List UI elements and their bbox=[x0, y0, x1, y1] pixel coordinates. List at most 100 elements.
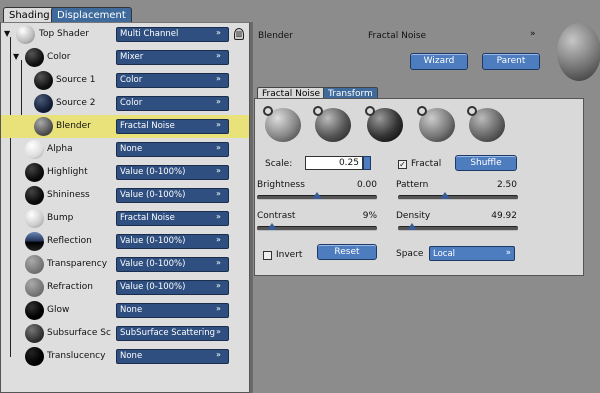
shader-row-translucency[interactable]: Translucency None» bbox=[1, 345, 249, 368]
wizard-button[interactable]: Wizard bbox=[410, 53, 468, 70]
shader-row-label: Alpha bbox=[47, 144, 73, 154]
shader-row-label: Reflection bbox=[47, 236, 92, 246]
shader-ball-icon bbox=[34, 117, 53, 136]
preset-thumbnail-3[interactable] bbox=[365, 106, 403, 142]
chevron-down-icon: » bbox=[216, 189, 221, 198]
density-slider[interactable] bbox=[398, 223, 518, 231]
shader-row-source-2[interactable]: Source 2 Color» bbox=[1, 92, 249, 115]
chevron-down-icon: » bbox=[216, 28, 221, 37]
contrast-slider[interactable] bbox=[257, 223, 377, 231]
shader-row-label: Top Shader bbox=[39, 29, 89, 39]
pattern-slider[interactable] bbox=[398, 192, 518, 200]
shader-row-label: Shininess bbox=[47, 190, 90, 200]
chevron-right-icon[interactable]: » bbox=[530, 29, 536, 39]
shader-type-dropdown[interactable]: None» bbox=[116, 142, 229, 157]
shader-row-label: Bump bbox=[47, 213, 74, 223]
slider-knob[interactable] bbox=[312, 192, 322, 199]
shader-row-label: Refraction bbox=[47, 282, 93, 292]
shuffle-button[interactable]: Shuffle bbox=[455, 155, 517, 171]
preset-thumbnail-1[interactable] bbox=[263, 106, 301, 142]
trash-icon[interactable]: ▥ bbox=[234, 28, 244, 40]
chevron-down-icon: » bbox=[216, 74, 221, 83]
shader-type-dropdown[interactable]: Value (0-100%)» bbox=[116, 234, 229, 249]
shader-type-dropdown[interactable]: Color» bbox=[116, 96, 229, 111]
shader-ball-icon bbox=[25, 140, 44, 159]
shader-row-label: Transparency bbox=[47, 259, 108, 269]
shader-type-dropdown[interactable]: Mixer» bbox=[116, 50, 229, 65]
shader-row-glow[interactable]: Glow None» bbox=[1, 299, 249, 322]
shader-row-shininess[interactable]: Shininess Value (0-100%)» bbox=[1, 184, 249, 207]
tab-shading[interactable]: Shading bbox=[3, 7, 56, 23]
shader-ball-icon bbox=[25, 255, 44, 274]
shader-row-transparency[interactable]: Transparency Value (0-100%)» bbox=[1, 253, 249, 276]
shader-row-top-shader[interactable]: ▼ Top Shader Multi Channel» ▥ bbox=[1, 23, 249, 46]
shader-row-label: Color bbox=[47, 52, 71, 62]
shader-row-subsurface[interactable]: Subsurface Sc SubSurface Scattering» bbox=[1, 322, 249, 345]
chevron-down-icon: » bbox=[216, 51, 221, 60]
chevron-down-icon: » bbox=[216, 235, 221, 244]
space-dropdown[interactable]: Local» bbox=[429, 246, 515, 261]
shader-type-dropdown[interactable]: Value (0-100%)» bbox=[116, 165, 229, 180]
scale-input[interactable]: 0.25 bbox=[305, 156, 363, 170]
shader-ball-icon bbox=[25, 163, 44, 182]
preset-dot-icon bbox=[417, 106, 427, 116]
chevron-down-icon: » bbox=[216, 258, 221, 267]
shader-row-highlight[interactable]: Highlight Value (0-100%)» bbox=[1, 161, 249, 184]
shader-ball-icon bbox=[25, 324, 44, 343]
shader-ball-icon bbox=[25, 186, 44, 205]
brightness-slider[interactable] bbox=[257, 192, 377, 200]
collapse-arrow-icon[interactable]: ▼ bbox=[13, 52, 19, 61]
shader-type-dropdown[interactable]: SubSurface Scattering» bbox=[116, 326, 229, 341]
preset-thumbnail-4[interactable] bbox=[417, 106, 455, 142]
shader-type-dropdown[interactable]: Fractal Noise» bbox=[116, 119, 229, 134]
chevron-down-icon: » bbox=[216, 350, 221, 359]
slider-knob[interactable] bbox=[407, 223, 417, 230]
shader-row-alpha[interactable]: Alpha None» bbox=[1, 138, 249, 161]
fractal-noise-panel: Scale: 0.25 ✓ Fractal Shuffle Brightness… bbox=[254, 98, 584, 276]
invert-label: Invert bbox=[276, 250, 303, 260]
shader-ball-icon bbox=[25, 209, 44, 228]
shader-type-dropdown[interactable]: Value (0-100%)» bbox=[116, 257, 229, 272]
slider-knob[interactable] bbox=[267, 223, 277, 230]
shader-ball-icon bbox=[16, 25, 35, 44]
chevron-down-icon: » bbox=[505, 248, 511, 258]
shader-type-dropdown[interactable]: None» bbox=[116, 303, 229, 318]
reset-button[interactable]: Reset bbox=[317, 244, 377, 260]
chevron-down-icon: » bbox=[216, 212, 221, 221]
chevron-down-icon: » bbox=[216, 143, 221, 152]
selected-dot-icon bbox=[263, 106, 273, 116]
shader-row-label: Source 2 bbox=[56, 98, 96, 108]
shader-ball-icon bbox=[25, 347, 44, 366]
shader-ball-icon bbox=[34, 94, 53, 113]
shader-type-dropdown[interactable]: Value (0-100%)» bbox=[116, 188, 229, 203]
slider-knob[interactable] bbox=[440, 192, 450, 199]
collapse-arrow-icon[interactable]: ▼ bbox=[4, 29, 10, 38]
shader-type-dropdown[interactable]: None» bbox=[116, 349, 229, 364]
shader-row-label: Translucency bbox=[47, 351, 106, 361]
shader-row-blender[interactable]: Blender Fractal Noise» bbox=[1, 115, 249, 138]
shader-row-refraction[interactable]: Refraction Value (0-100%)» bbox=[1, 276, 249, 299]
shader-type-dropdown[interactable]: Fractal Noise» bbox=[116, 211, 229, 226]
shader-type-dropdown[interactable]: Multi Channel» bbox=[116, 27, 229, 42]
invert-checkbox[interactable] bbox=[263, 251, 272, 260]
preset-thumbnail-2[interactable] bbox=[313, 106, 351, 142]
shader-row-color[interactable]: ▼ Color Mixer» bbox=[1, 46, 249, 69]
parent-button[interactable]: Parent bbox=[482, 53, 540, 70]
shader-row-reflection[interactable]: Reflection Value (0-100%)» bbox=[1, 230, 249, 253]
shader-ball-icon bbox=[25, 301, 44, 320]
brightness-label: Brightness bbox=[257, 180, 305, 190]
space-label: Space bbox=[396, 249, 424, 259]
scale-spinner[interactable] bbox=[363, 156, 371, 170]
preset-dot-icon bbox=[313, 106, 323, 116]
shader-row-bump[interactable]: Bump Fractal Noise» bbox=[1, 207, 249, 230]
shader-type-name: Fractal Noise bbox=[368, 31, 427, 41]
shader-type-dropdown[interactable]: Value (0-100%)» bbox=[116, 280, 229, 295]
preset-thumbnail-5[interactable] bbox=[467, 106, 505, 142]
chevron-down-icon: » bbox=[216, 166, 221, 175]
preset-dot-icon bbox=[467, 106, 477, 116]
fractal-checkbox[interactable]: ✓ bbox=[398, 160, 407, 169]
shader-type-dropdown[interactable]: Color» bbox=[116, 73, 229, 88]
chevron-down-icon: » bbox=[216, 281, 221, 290]
shader-row-source-1[interactable]: Source 1 Color» bbox=[1, 69, 249, 92]
tab-displacement[interactable]: Displacement bbox=[51, 7, 132, 23]
